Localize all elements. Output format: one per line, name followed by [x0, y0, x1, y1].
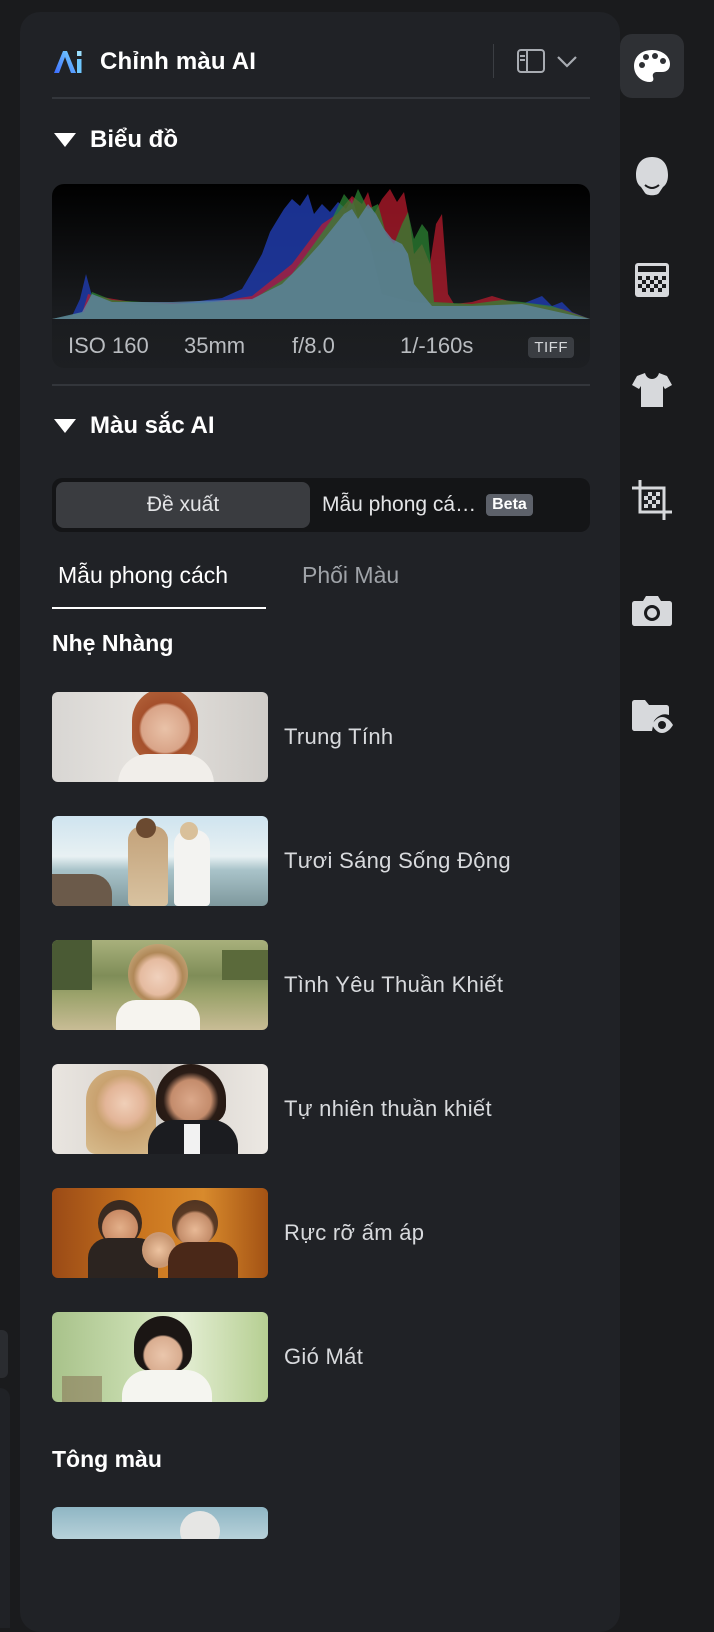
active-tab-indicator [52, 607, 266, 609]
segment-style-templates-label: Mẫu phong cá… [322, 493, 477, 516]
camera-icon [632, 596, 672, 626]
toolbar-color-button[interactable] [620, 34, 684, 98]
palette-icon [634, 50, 670, 82]
style-thumbnail [52, 1064, 268, 1154]
histogram-section-title: Biểu đồ [90, 126, 178, 153]
chevron-down-icon [557, 56, 577, 68]
style-item-tone-partial[interactable] [52, 1507, 590, 1539]
folder-eye-icon [632, 700, 673, 733]
toolbar-clothing-button[interactable] [620, 358, 684, 422]
collapse-triangle-icon [54, 133, 76, 147]
histogram-chart: ISO 160 35mm f/8.0 1/-160s TIFF [52, 184, 590, 368]
crop-icon [632, 480, 672, 520]
header-divider [493, 44, 494, 78]
ai-color-panel: Chỉnh màu AI Biểu đồ ISO 160 35mm f/8.0 … [20, 12, 620, 1632]
exif-focal-length: 35mm [184, 333, 246, 358]
histogram-graph [52, 189, 590, 319]
exif-shutter: 1/-160s [400, 333, 474, 358]
ai-color-section-toggle[interactable]: Màu sắc AI [54, 412, 215, 440]
beta-badge: Beta [486, 494, 533, 516]
header-controls [493, 44, 580, 78]
style-tabs: Mẫu phong cách Phối Màu [52, 562, 590, 610]
style-item-warm-vibrant[interactable]: Rực rỡ ấm áp [52, 1187, 590, 1279]
panel-title: Chỉnh màu AI [100, 48, 257, 75]
pattern-icon [635, 263, 669, 297]
segment-suggest[interactable]: Đề xuất [56, 482, 310, 528]
style-label: Trung Tính [284, 724, 394, 749]
toolbar-preview-folder-button[interactable] [620, 684, 684, 748]
style-thumbnail [52, 1188, 268, 1278]
panel-header: Chỉnh màu AI [52, 40, 590, 84]
toolbar-texture-button[interactable] [620, 248, 684, 312]
group-title-tone: Tông màu [52, 1446, 162, 1472]
face-icon [636, 157, 668, 196]
style-item-pure-natural[interactable]: Tự nhiên thuần khiết [52, 1063, 590, 1155]
exif-bar: ISO 160 35mm f/8.0 1/-160s [52, 324, 590, 368]
tab-color-mix[interactable]: Phối Màu [302, 562, 399, 589]
style-item-neutral[interactable]: Trung Tính [52, 691, 590, 783]
style-label: Tự nhiên thuần khiết [284, 1096, 492, 1121]
collapse-triangle-icon [54, 419, 76, 433]
ai-color-section-title: Màu sắc AI [90, 412, 215, 439]
toolbar-portrait-button[interactable] [620, 144, 684, 208]
section-divider [52, 384, 590, 386]
left-panel-handle[interactable] [0, 1330, 8, 1378]
style-label: Rực rỡ ấm áp [284, 1220, 425, 1245]
toolbar-camera-button[interactable] [620, 578, 684, 642]
sidebar-layout-icon [517, 49, 545, 73]
panel-layout-button[interactable] [516, 48, 580, 74]
style-label: Gió Mát [284, 1344, 364, 1369]
header-divider-line [52, 97, 590, 99]
toolbar-crop-button[interactable] [620, 468, 684, 532]
style-thumbnail [52, 1507, 268, 1539]
style-thumbnail [52, 816, 268, 906]
exif-iso: ISO 160 [68, 333, 149, 358]
style-thumbnail [52, 692, 268, 782]
exif-aperture: f/8.0 [292, 333, 335, 358]
style-item-cool-breeze[interactable]: Gió Mát [52, 1311, 590, 1403]
segment-style-templates[interactable]: Mẫu phong cá… Beta [322, 482, 586, 528]
ai-logo-icon [54, 51, 82, 73]
style-item-pure-love[interactable]: Tình Yêu Thuần Khiết [52, 939, 590, 1031]
style-label: Tình Yêu Thuần Khiết [284, 972, 504, 997]
style-thumbnail [52, 1312, 268, 1402]
style-item-vivid[interactable]: Tươi Sáng Sống Động [52, 815, 590, 907]
group-title-soft: Nhẹ Nhàng [52, 630, 174, 656]
left-panel-edge [0, 1388, 10, 1628]
histogram-section-toggle[interactable]: Biểu đồ [54, 126, 178, 154]
style-thumbnail [52, 940, 268, 1030]
mode-segmented-control: Đề xuất Mẫu phong cá… Beta [52, 478, 590, 532]
style-label: Tươi Sáng Sống Động [284, 848, 511, 873]
tab-style-templates[interactable]: Mẫu phong cách [58, 562, 228, 589]
shirt-icon [632, 373, 672, 407]
file-format-badge: TIFF [528, 337, 574, 358]
